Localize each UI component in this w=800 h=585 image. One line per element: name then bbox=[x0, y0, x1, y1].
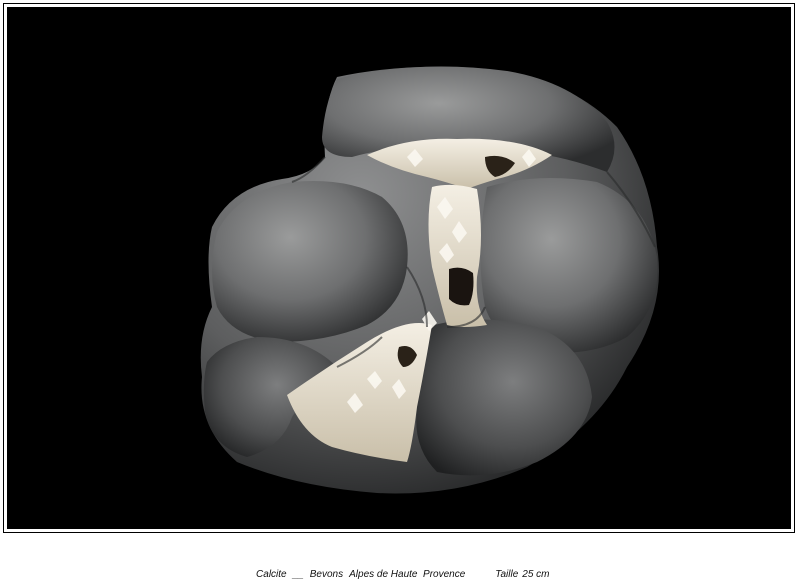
caption-mineral: Calcite bbox=[256, 569, 287, 580]
caption-size-label: Taille bbox=[495, 569, 519, 580]
caption-locality: Bevons bbox=[309, 569, 344, 580]
caption-size-value: 25 cm bbox=[522, 569, 550, 580]
rock-lobe-left bbox=[212, 181, 408, 342]
caption-region: Alpes de Haute Provence bbox=[349, 569, 466, 580]
geode-illustration bbox=[200, 66, 659, 494]
cavity-center bbox=[449, 267, 474, 306]
caption-separator: __ bbox=[292, 569, 304, 580]
specimen-photo bbox=[7, 7, 791, 529]
specimen-caption: Calcite __ Bevons Alpes de Haute Provence Ta… bbox=[0, 545, 800, 580]
